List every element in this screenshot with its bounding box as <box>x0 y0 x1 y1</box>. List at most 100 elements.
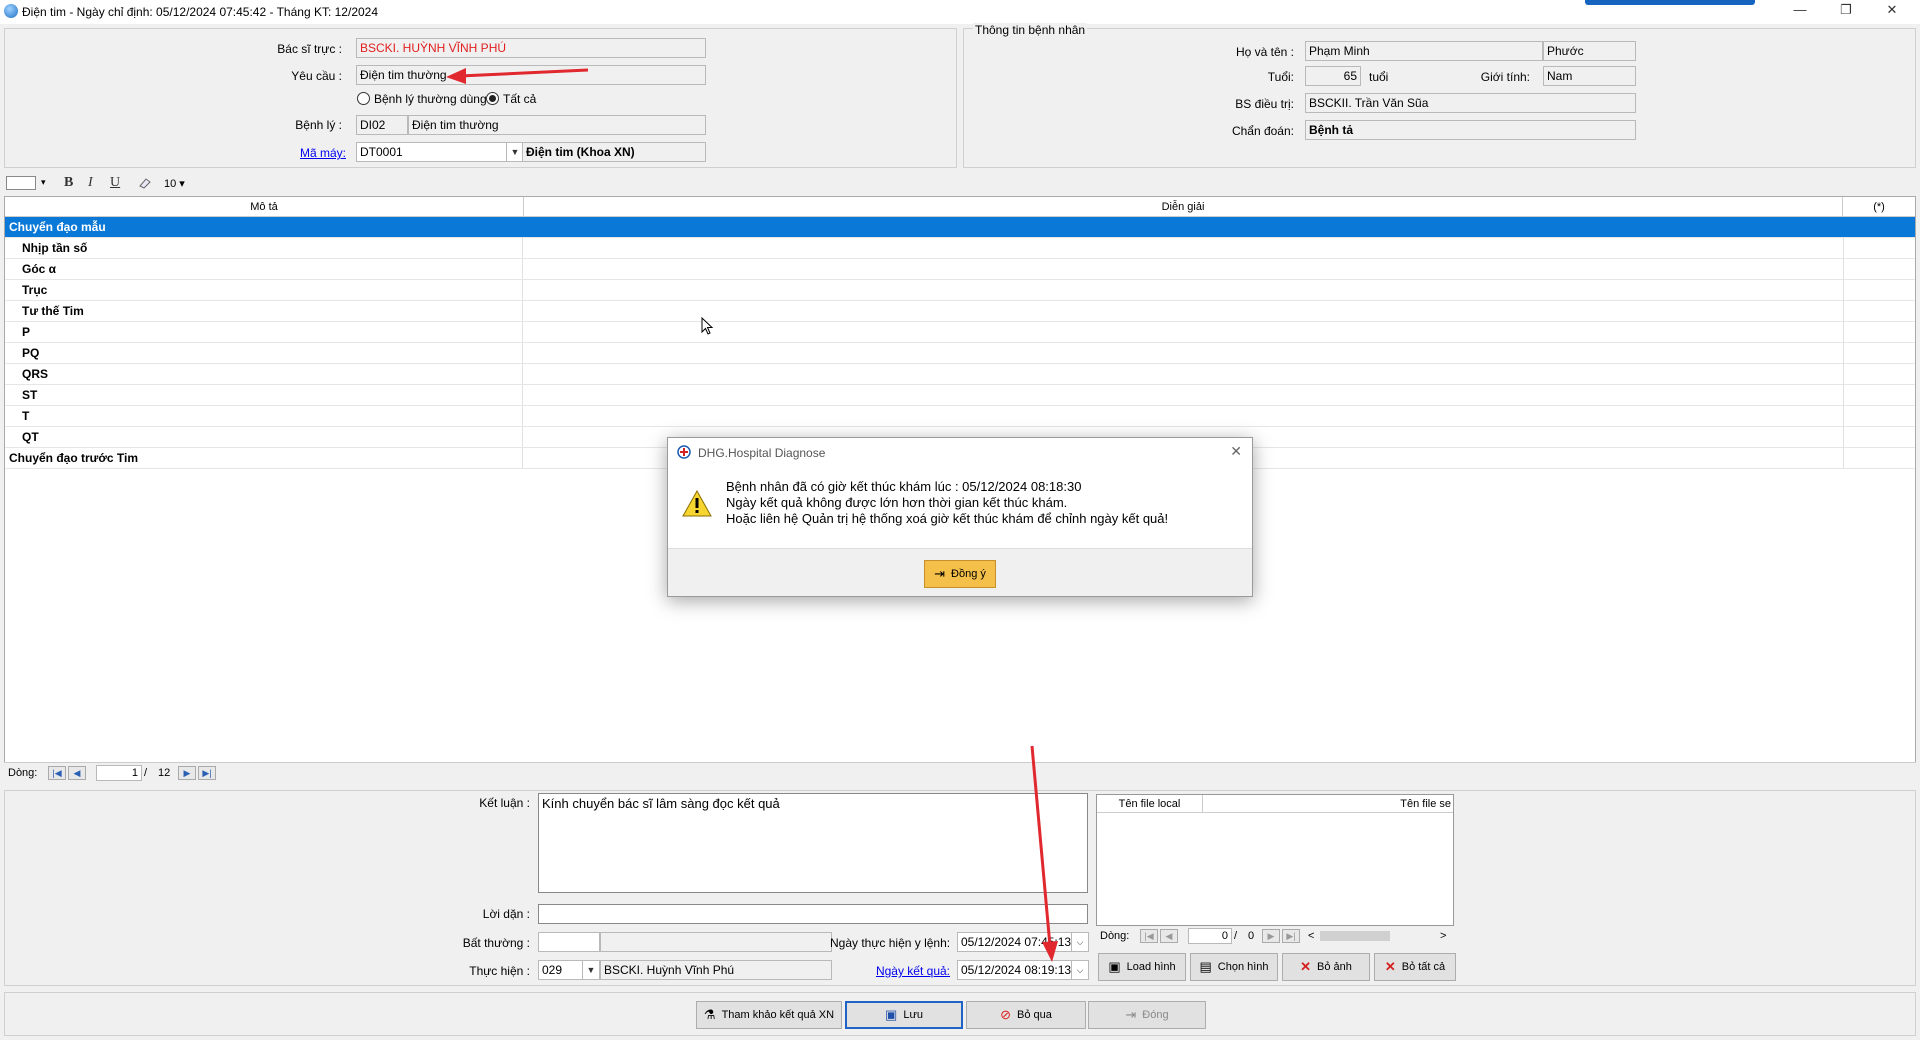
table-row[interactable]: Trục <box>5 280 1915 301</box>
abnormal-code-field[interactable] <box>538 932 600 952</box>
remove-image-button[interactable]: ✕ Bỏ ảnh <box>1282 953 1370 981</box>
dialog-line-1: Bệnh nhân đã có giờ kết thúc khám lúc : … <box>726 479 1082 494</box>
color-picker-chevron-icon[interactable]: ▾ <box>41 177 46 188</box>
file-nav-sep: / <box>1234 930 1238 942</box>
radio-common[interactable]: Bệnh lý thường dùng <box>357 92 487 106</box>
window-title: Điện tim - Ngày chỉ định: 05/12/2024 07:… <box>22 5 379 19</box>
last-file-icon[interactable]: ▶| <box>1282 929 1300 943</box>
bold-button[interactable]: B <box>64 175 73 191</box>
gender-label: Giới tính: <box>1480 70 1530 84</box>
file-nav-label: Dòng: <box>1100 930 1130 942</box>
restore-button[interactable]: ❐ <box>1823 0 1869 22</box>
dialog-title-bar: DHG.Hospital Diagnose ✕ <box>668 438 1252 466</box>
table-row[interactable]: Nhịp tần số <box>5 238 1915 259</box>
flask-icon: ⚗ <box>703 1007 716 1022</box>
chevron-down-icon[interactable]: ▼ <box>506 143 523 161</box>
next-record-icon[interactable]: ▶ <box>178 766 196 780</box>
first-record-icon[interactable]: |◀ <box>48 766 66 780</box>
order-date-picker[interactable]: 05/12/2024 07:45:13 ⌵ <box>957 932 1089 952</box>
horizontal-scrollbar[interactable] <box>1320 931 1390 941</box>
next-file-icon[interactable]: ▶ <box>1262 929 1280 943</box>
disease-code-field[interactable]: DI02 <box>356 115 408 135</box>
doctor-label: Bác sĩ trực : <box>277 42 342 56</box>
radio-all-circle[interactable] <box>486 92 499 105</box>
table-row[interactable]: PQ <box>5 343 1915 364</box>
file-nav-total: 0 <box>1248 930 1255 942</box>
machine-link[interactable]: Mã máy: <box>200 146 346 160</box>
table-row[interactable]: Góc α <box>5 259 1915 280</box>
patient-group-title: Thông tin bệnh nhân <box>973 23 1088 37</box>
underline-button[interactable]: U <box>110 175 120 191</box>
warning-dialog: DHG.Hospital Diagnose ✕ Bệnh nhân đã có … <box>667 437 1253 597</box>
close-window-button[interactable]: ✕ <box>1869 0 1915 22</box>
choose-image-button[interactable]: ▤ Chọn hình <box>1190 953 1278 981</box>
table-row[interactable]: QRS <box>5 364 1915 385</box>
remove-all-images-button[interactable]: ✕ Bỏ tất cả <box>1374 953 1456 981</box>
chevron-down-icon[interactable]: ⌵ <box>1071 933 1088 951</box>
grid-nav-label: Dòng: <box>8 767 38 779</box>
table-row[interactable]: Tư thế Tim <box>5 301 1915 322</box>
col-header-desc[interactable]: Mô tả <box>5 197 524 217</box>
dialog-message: Bệnh nhân đã có giờ kết thúc khám lúc : … <box>726 479 1168 527</box>
advice-field[interactable] <box>538 904 1088 924</box>
machine-code-value: DT0001 <box>360 145 403 159</box>
close-form-button[interactable]: ⇥ Đóng <box>1088 1001 1206 1029</box>
eraser-icon[interactable] <box>138 176 152 189</box>
dialog-ok-button[interactable]: ⇥ Đồng ý <box>924 560 996 588</box>
table-row[interactable]: P <box>5 322 1915 343</box>
radio-common-circle[interactable] <box>357 92 370 105</box>
table-row[interactable]: Chuyển đạo mẫu <box>5 217 1915 238</box>
no-entry-icon: ⊘ <box>1000 1007 1012 1022</box>
prev-record-icon[interactable]: ◀ <box>68 766 86 780</box>
request-field[interactable]: Điện tim thường <box>356 65 706 85</box>
skip-button[interactable]: ⊘ Bỏ qua <box>966 1001 1086 1029</box>
result-date-picker[interactable]: 05/12/2024 08:19:13 ⌵ <box>957 960 1089 980</box>
machine-code-combo[interactable]: DT0001 ▼ <box>356 142 524 162</box>
performer-code-combo[interactable]: 029 ▼ <box>538 960 600 980</box>
performer-code-value: 029 <box>542 963 563 977</box>
dialog-close-icon[interactable]: ✕ <box>1230 443 1242 460</box>
italic-button[interactable]: I <box>88 175 93 191</box>
chevron-down-icon[interactable]: ⌵ <box>1071 961 1088 979</box>
last-record-icon[interactable]: ▶| <box>198 766 216 780</box>
col-header-star[interactable]: (*) <box>1843 197 1915 217</box>
result-date-link[interactable]: Ngày kết quả: <box>830 964 950 978</box>
file-navigator: Dòng: |◀ ◀ 0 / 0 ▶ ▶| < > <box>1096 926 1454 946</box>
font-size-select[interactable]: 10 ▾ <box>164 177 185 190</box>
radio-all[interactable]: Tất cả <box>486 92 536 106</box>
table-row[interactable]: T <box>5 406 1915 427</box>
prev-file-icon[interactable]: ◀ <box>1160 929 1178 943</box>
first-file-icon[interactable]: |◀ <box>1140 929 1158 943</box>
image-icon: ▣ <box>1108 959 1121 974</box>
age-unit: tuổi <box>1369 70 1389 84</box>
table-row[interactable]: ST <box>5 385 1915 406</box>
request-label: Yêu cầu : <box>291 69 342 83</box>
doctor-field[interactable]: BSCKI. HUỲNH VĨNH PHÚ <box>356 38 706 58</box>
scroll-left-icon[interactable]: < <box>1308 930 1314 942</box>
grid-nav-current[interactable]: 1 <box>96 765 142 781</box>
disease-name-field[interactable]: Điện tim thường <box>408 115 706 135</box>
diagnosis-field: Bệnh tả <box>1305 120 1636 140</box>
color-picker[interactable] <box>6 176 36 190</box>
load-image-button[interactable]: ▣ Load hình <box>1098 953 1186 981</box>
file-nav-current[interactable]: 0 <box>1188 928 1232 944</box>
col-header-local-file[interactable]: Tên file local <box>1097 795 1203 813</box>
col-header-interp[interactable]: Diễn giải <box>524 197 1843 217</box>
reference-results-button[interactable]: ⚗ Tham khảo kết quả XN <box>696 1001 842 1029</box>
exit-door-icon: ⇥ <box>1125 1007 1137 1022</box>
col-header-server-file[interactable]: Tên file se <box>1203 795 1453 813</box>
conclusion-textarea[interactable]: Kính chuyển bác sĩ lâm sàng đọc kết quả <box>538 793 1088 893</box>
mouse-cursor-icon <box>701 317 714 335</box>
save-button[interactable]: ▣ Lưu <box>845 1001 963 1029</box>
minimize-button[interactable]: — <box>1777 0 1823 22</box>
order-date-value: 05/12/2024 07:45:13 <box>961 935 1072 949</box>
app-logo-icon <box>677 445 691 459</box>
exit-door-icon: ⇥ <box>934 566 946 581</box>
grid-navigator: Dòng: |◀ ◀ 1 / 12 ▶ ▶| <box>4 762 1916 782</box>
machine-name-field: Điện tim (Khoa XN) <box>522 142 706 162</box>
disease-label: Bệnh lý : <box>295 118 342 132</box>
chevron-down-icon[interactable]: ▼ <box>582 961 599 979</box>
scroll-right-icon[interactable]: > <box>1440 930 1446 942</box>
age-field: 65 <box>1305 66 1361 86</box>
abnormal-name-field <box>600 932 832 952</box>
